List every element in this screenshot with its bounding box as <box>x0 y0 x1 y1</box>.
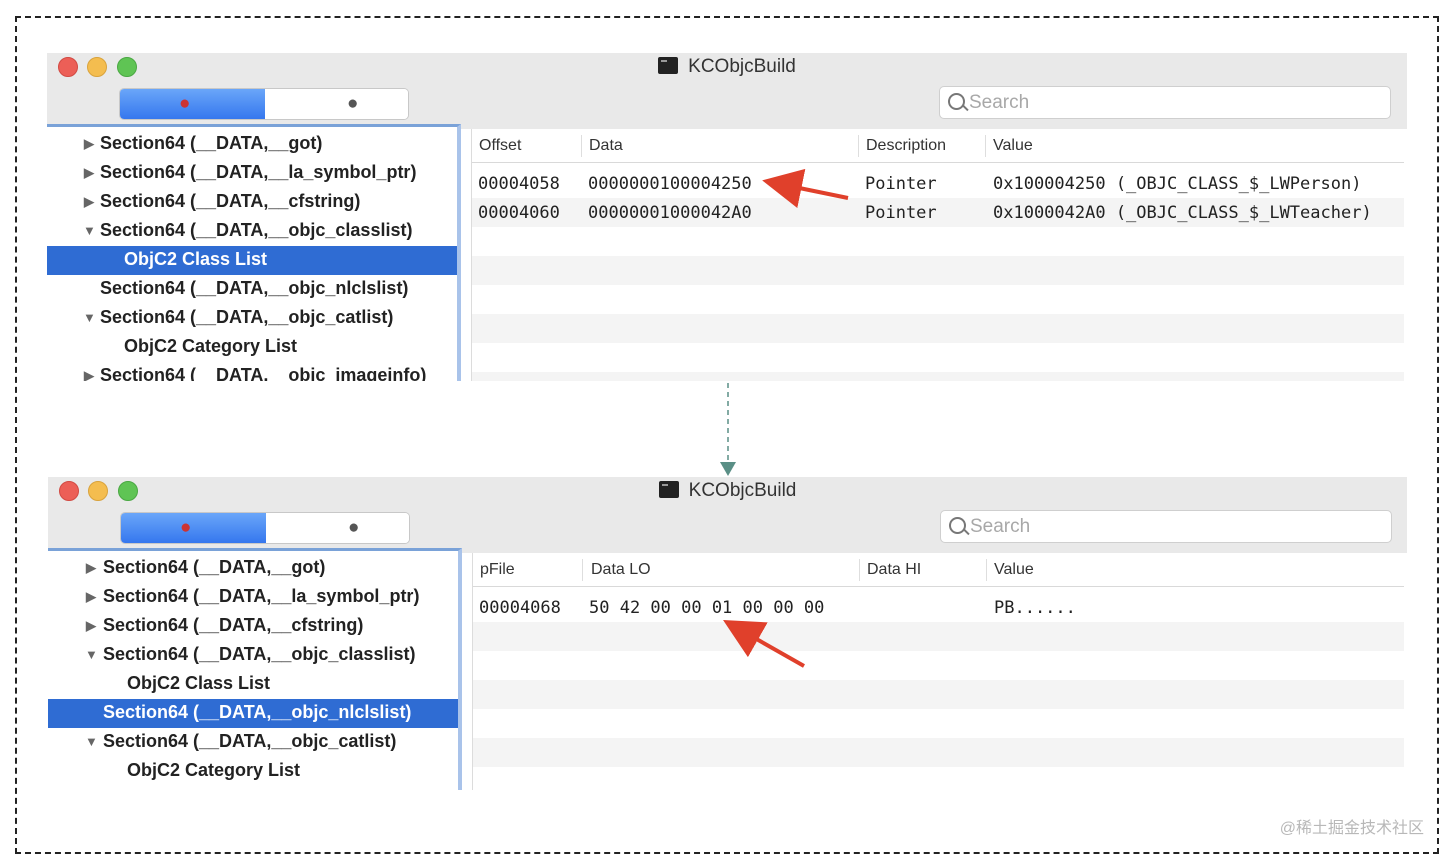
tree-item[interactable]: ▶ Section64 (__DATA,__la_symbol_ptr) <box>48 583 458 612</box>
machoview-window-classlist: KCObjcBuild ● ● Search ▶ Section64 (__DAT… <box>47 53 1407 381</box>
disclosure-right-icon[interactable]: ▶ <box>86 589 96 605</box>
view-segmented-control: ● ● <box>119 88 409 120</box>
disclosure-right-icon[interactable]: ▶ <box>86 618 96 634</box>
table-header: Offset Data Description Value <box>472 129 1404 163</box>
search-field[interactable]: Search <box>939 86 1391 119</box>
search-icon <box>948 93 965 110</box>
search-placeholder: Search <box>969 92 1030 113</box>
terminal-icon <box>658 481 679 498</box>
window-title: KCObjcBuild <box>48 480 1407 502</box>
empty-row <box>473 738 1404 767</box>
tree-item[interactable]: ObjC2 Category List <box>48 757 458 786</box>
disclosure-down-icon[interactable]: ▼ <box>83 223 96 238</box>
empty-row <box>472 256 1404 285</box>
empty-row <box>473 622 1404 651</box>
column-header-value[interactable]: Value <box>993 137 1033 155</box>
empty-row <box>473 709 1404 738</box>
machoview-window-nlclslist: KCObjcBuild ● ● Search ▶ Section64 (__DAT… <box>48 477 1407 790</box>
disclosure-right-icon[interactable]: ▶ <box>86 560 96 576</box>
column-header-data-lo[interactable]: Data LO <box>591 561 651 579</box>
search-placeholder: Search <box>970 516 1031 537</box>
empty-row <box>473 651 1404 680</box>
tree-item[interactable]: ▶ Section64 (__DATA,__la_symbol_ptr) <box>47 159 457 188</box>
tree-item[interactable]: ▼ Section64 (__DATA,__objc_catlist) <box>47 304 457 333</box>
disclosure-down-icon[interactable]: ▼ <box>85 734 98 749</box>
tree-item[interactable]: ▶ Section64 (__DATA,__got) <box>47 130 457 159</box>
empty-row <box>472 314 1404 343</box>
column-header-value[interactable]: Value <box>994 561 1034 579</box>
disclosure-down-icon[interactable]: ▼ <box>85 647 98 662</box>
window-title-text: KCObjcBuild <box>688 480 797 501</box>
title-bar: KCObjcBuild ● ● Search <box>48 477 1407 553</box>
tree-item[interactable]: ▼ Section64 (__DATA,__objc_classlist) <box>48 641 458 670</box>
empty-row <box>472 343 1404 372</box>
table-row[interactable]: 00004060 00000001000042A0 Pointer 0x1000… <box>472 198 1404 227</box>
terminal-icon <box>658 57 679 74</box>
red-apple-icon: ● <box>179 93 191 114</box>
tree-item[interactable]: ▶ Section64 (__DATA,__objc_imageinfo) <box>47 362 457 381</box>
tree-item[interactable]: Section64 (__DATA,__objc_nlclslist) <box>47 275 457 304</box>
disclosure-down-icon[interactable]: ▼ <box>83 310 96 325</box>
search-icon <box>949 517 966 534</box>
column-header-pfile[interactable]: pFile <box>480 561 515 579</box>
empty-row <box>472 227 1404 256</box>
red-apple-icon: ● <box>180 517 192 538</box>
view-segmented-control: ● ● <box>120 512 410 544</box>
tree-item[interactable]: ObjC2 Class List <box>48 670 458 699</box>
segment-raw[interactable]: ● <box>120 89 265 119</box>
table-header: pFile Data LO Data HI Value <box>473 553 1404 587</box>
gray-apple-icon: ● <box>347 93 359 114</box>
watermark: @稀土掘金技术社区 <box>1279 820 1424 837</box>
empty-row <box>472 285 1404 314</box>
column-header-data-hi[interactable]: Data HI <box>867 561 921 579</box>
tree-item[interactable]: ▶ Section64 (__DATA,__cfstring) <box>48 612 458 641</box>
window-title-text: KCObjcBuild <box>688 56 796 77</box>
segment-rva[interactable]: ● <box>266 513 409 543</box>
segment-rva[interactable]: ● <box>265 89 408 119</box>
tree-item[interactable]: ▼ Section64 (__DATA,__objc_classlist) <box>47 217 457 246</box>
table-row[interactable]: 00004058 0000000100004250 Pointer 0x1000… <box>472 169 1404 198</box>
detail-table: Offset Data Description Value 00004058 0… <box>471 129 1404 381</box>
column-header-offset[interactable]: Offset <box>479 137 521 155</box>
window-title: KCObjcBuild <box>47 56 1407 78</box>
title-bar: KCObjcBuild ● ● Search <box>47 53 1407 129</box>
disclosure-right-icon[interactable]: ▶ <box>84 136 94 152</box>
segment-raw[interactable]: ● <box>121 513 266 543</box>
tree-item-selected[interactable]: ObjC2 Class List <box>47 246 457 275</box>
table-row[interactable]: 00004068 50 42 00 00 01 00 00 00 PB.....… <box>473 593 1404 622</box>
tree-item[interactable]: ObjC2 Category List <box>47 333 457 362</box>
column-header-data[interactable]: Data <box>589 137 623 155</box>
disclosure-right-icon[interactable]: ▶ <box>84 194 94 210</box>
section-tree: ▶ Section64 (__DATA,__got) ▶ Section64 (__… <box>47 124 461 381</box>
disclosure-right-icon[interactable]: ▶ <box>84 368 94 381</box>
tree-item[interactable]: ▼ Section64 (__DATA,__objc_catlist) <box>48 728 458 757</box>
gray-apple-icon: ● <box>348 517 360 538</box>
tree-item-selected[interactable]: Section64 (__DATA,__objc_nlclslist) <box>48 699 458 728</box>
detail-table: pFile Data LO Data HI Value 00004068 50 … <box>472 553 1404 790</box>
search-field[interactable]: Search <box>940 510 1392 543</box>
empty-row <box>473 680 1404 709</box>
tree-item[interactable]: ▶ Section64 (__DATA,__cfstring) <box>47 188 457 217</box>
column-header-description[interactable]: Description <box>866 137 946 155</box>
section-tree: ▶ Section64 (__DATA,__got) ▶ Section64 (__… <box>48 548 462 790</box>
empty-row <box>472 372 1404 381</box>
disclosure-right-icon[interactable]: ▶ <box>84 165 94 181</box>
tree-item[interactable]: ▶ Section64 (__DATA,__got) <box>48 554 458 583</box>
